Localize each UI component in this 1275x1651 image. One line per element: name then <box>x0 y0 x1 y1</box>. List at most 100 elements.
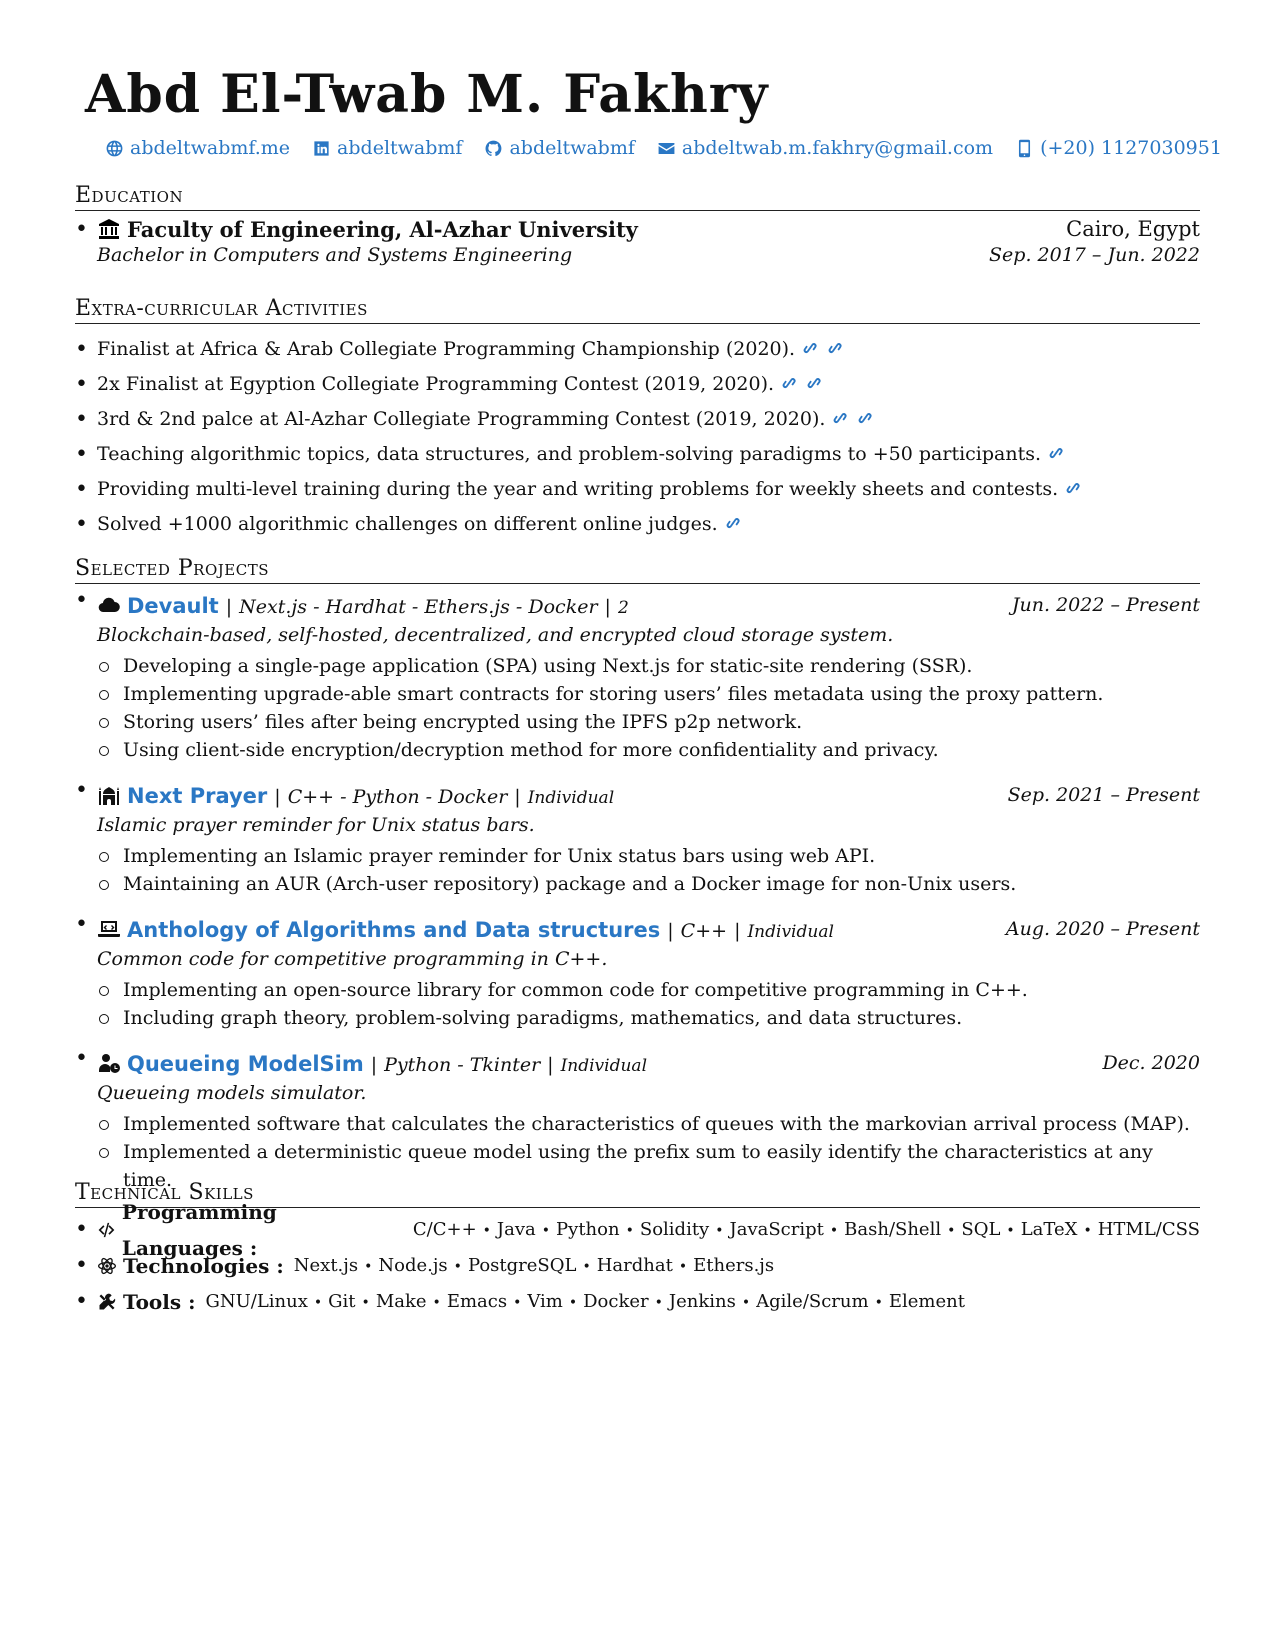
education-heading: Education <box>75 183 1200 211</box>
item-separator: • <box>678 1258 688 1275</box>
project-dates: Aug. 2020 – Present <box>1005 918 1200 940</box>
skill-item: HTML/CSS <box>1097 1218 1200 1240</box>
project-description: Blockchain-based, self-hosted, decentral… <box>97 624 894 646</box>
laptop-code-icon <box>98 920 120 937</box>
item-separator: • <box>541 1222 551 1239</box>
item-separator: • <box>364 1258 373 1275</box>
activity-text: Solved +1000 algorithmic challenges on d… <box>97 513 718 535</box>
project-dates: Jun. 2022 – Present <box>1011 594 1200 616</box>
link-icon[interactable] <box>800 338 820 358</box>
project-entry: Anthology of Algorithms and Data structu… <box>75 912 1200 1032</box>
skill-group: Technologies : Next.js • Node.js • PostgreSQL… <box>75 1248 1200 1284</box>
link-icon[interactable] <box>855 408 875 428</box>
separator: | <box>370 1053 378 1076</box>
activity-bullet: Solved +1000 algorithmic challenges on d… <box>75 507 743 542</box>
link-icon[interactable] <box>804 373 824 393</box>
link-icon[interactable] <box>723 513 743 533</box>
project-name-link[interactable]: Devault <box>127 594 219 618</box>
item-separator: • <box>453 1258 462 1275</box>
skill-item: Hardhat <box>596 1254 673 1276</box>
project-header: Next Prayer | C++ - Python - Docker | Indivi… <box>75 778 1200 812</box>
project-point: Maintaining an AUR (Arch-user repository… <box>75 870 1200 898</box>
skill-item: Solidity <box>639 1218 710 1240</box>
item-separator: • <box>947 1222 956 1239</box>
project-tech: C++ <box>680 919 728 942</box>
skill-item: Python <box>556 1218 620 1240</box>
activity-bullet: Teaching algorithmic topics, data struct… <box>75 437 1066 472</box>
skill-item: Element <box>888 1290 965 1312</box>
item-separator: • <box>874 1294 883 1311</box>
github-text: abdeltwabmf <box>509 137 635 159</box>
project-point: Implementing an open-source library for … <box>75 976 1200 1004</box>
phone-link[interactable]: (+20) 1127030951 <box>1015 137 1222 159</box>
separator: | <box>514 785 521 808</box>
item-separator: • <box>568 1294 578 1311</box>
project-entry: Next Prayer | C++ - Python - Docker | Indivi… <box>75 778 1200 898</box>
project-dates: Sep. 2021 – Present <box>1007 784 1200 806</box>
project-dates: Dec. 2020 <box>1102 1052 1200 1074</box>
skill-item: Java <box>496 1218 536 1240</box>
item-separator: • <box>1083 1222 1092 1239</box>
projects-list: Devault | Next.js - Hardhat - Ethers.js - … <box>75 588 1200 1191</box>
activity-bullet: Providing multi-level training during th… <box>75 472 1083 507</box>
linkedin-link[interactable]: abdeltwabmf <box>312 137 462 159</box>
item-separator: • <box>654 1294 663 1311</box>
linkedin-text: abdeltwabmf <box>337 137 463 159</box>
activity-item: Solved +1000 algorithmic challenges on d… <box>75 507 1200 542</box>
project-tech: Next.js - Hardhat - Ethers.js - Docker <box>239 595 598 618</box>
activity-item: Providing multi-level training during th… <box>75 472 1200 507</box>
activity-item: 3rd & 2nd palce at Al-Azhar Collegiate P… <box>75 402 1200 437</box>
item-separator: • <box>715 1222 724 1239</box>
skill-item: C/C++ <box>412 1218 477 1240</box>
project-description: Islamic prayer reminder for Unix status … <box>97 814 535 836</box>
email-link[interactable]: abdeltwab.m.fakhry@gmail.com <box>657 137 993 159</box>
project-point: Implemented software that calculates the… <box>75 1110 1200 1138</box>
degree-name: Bachelor in Computers and Systems Engine… <box>97 244 573 266</box>
project-name-link[interactable]: Queueing ModelSim <box>127 1052 364 1076</box>
projects-heading: Selected Projects <box>75 556 1200 584</box>
link-icon[interactable] <box>1063 478 1083 498</box>
skill-item: SQL <box>961 1218 1001 1240</box>
skill-items: Next.js • Node.js • PostgreSQL • Hardhat • Ether… <box>294 1248 774 1285</box>
phone-icon <box>1019 139 1031 157</box>
link-icon[interactable] <box>779 373 799 393</box>
skill-item: Node.js <box>378 1254 448 1276</box>
skill-item: Emacs <box>446 1290 508 1312</box>
skill-item: GNU/Linux <box>205 1290 308 1312</box>
item-separator: • <box>582 1258 591 1275</box>
education-entry: Faculty of Engineering, Al-Azhar Univers… <box>75 217 1200 266</box>
resume-page: Abd El-Twab M. Fakhry abdeltwabmf.me abd… <box>75 55 1222 1320</box>
project-point: Implemented a deterministic queue model … <box>75 1138 1200 1191</box>
contact-bar: abdeltwabmf.me abdeltwabmf abdeltwabmf a… <box>105 137 1222 159</box>
linkedin-icon <box>314 140 329 156</box>
website-link[interactable]: abdeltwabmf.me <box>105 137 290 159</box>
code-icon <box>98 1222 115 1238</box>
project-tech: Python - Tkinter <box>384 1053 541 1076</box>
item-separator: • <box>513 1294 522 1311</box>
link-icon[interactable] <box>825 338 845 358</box>
link-icon[interactable] <box>1046 443 1066 463</box>
project-header: Devault | Next.js - Hardhat - Ethers.js - … <box>75 588 1200 622</box>
skill-item: Ethers.js <box>693 1254 775 1276</box>
candidate-name: Abd El-Twab M. Fakhry <box>85 64 769 125</box>
project-point: Implementing an Islamic prayer reminder … <box>75 842 1200 870</box>
skill-group-label: Tools : <box>123 1290 196 1314</box>
mosque-icon <box>99 786 119 805</box>
activity-item: 2x Finalist at Egyption Collegiate Progr… <box>75 367 1200 402</box>
project-team: Individual <box>560 1055 648 1076</box>
skill-item: Bash/Shell <box>844 1218 942 1240</box>
item-separator: • <box>482 1222 491 1239</box>
project-name-link[interactable]: Anthology of Algorithms and Data structu… <box>127 918 660 942</box>
project-name-link[interactable]: Next Prayer <box>127 784 267 808</box>
tools-icon <box>99 1293 116 1310</box>
link-icon[interactable] <box>830 408 850 428</box>
item-separator: • <box>625 1222 634 1239</box>
school-location: Cairo, Egypt <box>1066 217 1200 241</box>
github-link[interactable]: abdeltwabmf <box>484 137 635 159</box>
project-point: Using client-side encryption/decryption … <box>75 736 1200 764</box>
skill-item: Vim <box>527 1290 563 1312</box>
activity-text: Finalist at Africa & Arab Collegiate Pro… <box>97 338 796 360</box>
project-description: Common code for competitive programming … <box>97 948 608 970</box>
item-separator: • <box>741 1294 751 1311</box>
school-name: Faculty of Engineering, Al-Azhar Univers… <box>127 217 638 242</box>
